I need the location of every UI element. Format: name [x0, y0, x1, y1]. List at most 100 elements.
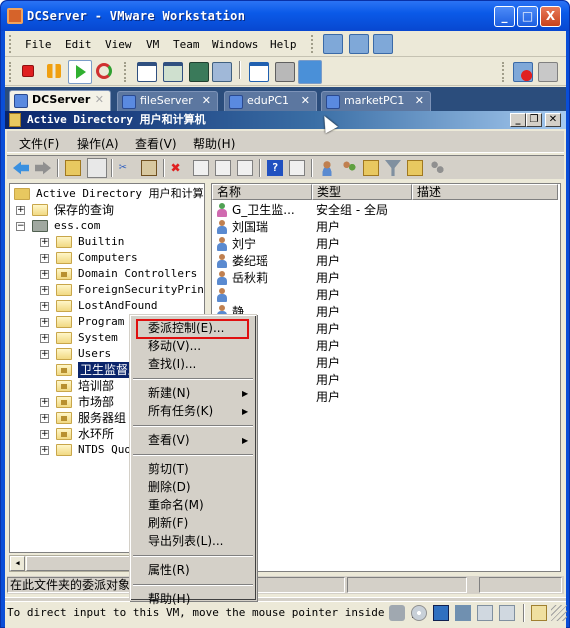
scroll-thumb[interactable]: [26, 556, 130, 571]
menu-vm[interactable]: VM: [146, 38, 159, 51]
minimize-button[interactable]: _: [494, 6, 515, 27]
close-tab-icon[interactable]: ✕: [202, 92, 211, 110]
context-menu-item[interactable]: 刷新(F): [148, 515, 188, 532]
close-tab-icon[interactable]: ✕: [415, 92, 424, 110]
resize-grip-icon[interactable]: [551, 605, 567, 621]
column-header-description[interactable]: 描述: [412, 184, 558, 200]
new-group-icon[interactable]: [341, 160, 357, 176]
cut-icon[interactable]: ✂: [119, 160, 135, 176]
keyboard-icon[interactable]: [477, 605, 493, 621]
summary-view-icon[interactable]: [298, 60, 322, 84]
context-menu-item[interactable]: 删除(D): [148, 479, 191, 496]
close-button[interactable]: X: [540, 6, 561, 27]
menu-help[interactable]: 帮助(H): [193, 135, 235, 152]
list-item[interactable]: 岳秋莉 用户: [212, 270, 552, 287]
column-header-name[interactable]: 名称: [212, 184, 312, 200]
message-log-icon[interactable]: [531, 605, 547, 621]
context-menu-item[interactable]: 查找(I)...: [148, 356, 196, 373]
context-menu-item[interactable]: 新建(N) ▶: [148, 385, 248, 402]
expand-icon[interactable]: +: [40, 446, 49, 455]
up-level-icon[interactable]: [65, 160, 81, 176]
expand-icon[interactable]: +: [16, 206, 25, 215]
scroll-left-button[interactable]: ◀: [10, 556, 25, 571]
refresh-icon[interactable]: [215, 160, 231, 176]
properties-icon[interactable]: [193, 160, 209, 176]
vm-settings-icon[interactable]: [249, 62, 269, 82]
new-user-icon[interactable]: [319, 160, 335, 176]
find-icon[interactable]: [407, 160, 423, 176]
list-item[interactable]: 治用户: [212, 389, 552, 406]
menu-edit[interactable]: Edit: [65, 38, 92, 51]
maximize-button[interactable]: □: [517, 6, 538, 27]
forward-icon[interactable]: [35, 161, 51, 175]
quick-switch-icon[interactable]: [163, 62, 183, 82]
hard-disk-icon[interactable]: [389, 605, 405, 621]
toolbar-grip[interactable]: [9, 62, 12, 82]
tab-dcserver[interactable]: DCServer ✕: [9, 90, 111, 112]
tab-fileserver[interactable]: fileServer ✕: [117, 91, 218, 111]
menu-file[interactable]: File: [25, 38, 52, 51]
mmc-close-button[interactable]: ✕: [545, 113, 561, 127]
expand-icon[interactable]: +: [40, 430, 49, 439]
collapse-icon[interactable]: −: [16, 222, 25, 231]
context-menu-item[interactable]: 帮助(H): [148, 591, 190, 608]
list-item[interactable]: 用户: [212, 287, 552, 304]
close-tab-icon[interactable]: ✕: [301, 92, 310, 110]
show-sidebar-icon[interactable]: [137, 62, 157, 82]
expand-icon[interactable]: +: [40, 398, 49, 407]
expand-icon[interactable]: +: [40, 270, 49, 279]
help-icon[interactable]: ?: [267, 160, 283, 176]
expand-icon[interactable]: +: [40, 318, 49, 327]
network-adapter-icon[interactable]: [433, 605, 449, 621]
menu-windows[interactable]: Windows: [212, 38, 258, 51]
new-ou-icon[interactable]: [363, 160, 379, 176]
menu-team[interactable]: Team: [173, 38, 200, 51]
delete-icon[interactable]: ✖: [171, 160, 187, 176]
action-pane-icon[interactable]: [289, 160, 305, 176]
expand-icon[interactable]: +: [40, 238, 49, 247]
power-off-icon[interactable]: [22, 65, 34, 77]
vm-console[interactable]: Active Directory 用户和计算机 _ ❐ ✕ 文件(F) 操作(A…: [5, 111, 566, 628]
list-item[interactable]: 娄纪瑶 用户: [212, 253, 552, 270]
mmc-restore-button[interactable]: ❐: [526, 113, 542, 127]
expand-icon[interactable]: +: [40, 302, 49, 311]
show-hide-tree-icon[interactable]: [87, 158, 107, 178]
expand-icon[interactable]: +: [40, 334, 49, 343]
context-menu-item[interactable]: 所有任务(K) ▶: [148, 403, 248, 420]
take-snapshot-icon[interactable]: [323, 34, 343, 54]
expand-icon[interactable]: +: [40, 254, 49, 263]
menu-file[interactable]: 文件(F): [19, 135, 59, 152]
suspend-icon[interactable]: [47, 64, 61, 78]
cd-rom-icon[interactable]: [411, 605, 427, 621]
snapshot-toolbar-grip[interactable]: [311, 35, 314, 53]
list-item[interactable]: 刘国瑞 用户: [212, 219, 552, 236]
tab-marketpc1[interactable]: marketPC1 ✕: [321, 91, 431, 111]
menu-view[interactable]: 查看(V): [135, 135, 177, 152]
menu-view[interactable]: View: [105, 38, 132, 51]
record-icon[interactable]: [513, 62, 533, 82]
context-menu-item[interactable]: 属性(R): [148, 562, 190, 579]
menubar-grip[interactable]: [9, 35, 12, 53]
tab-edupc1[interactable]: eduPC1 ✕: [224, 91, 317, 111]
list-item[interactable]: 晶用户: [212, 321, 552, 338]
expand-icon[interactable]: +: [40, 414, 49, 423]
title-bar[interactable]: DCServer - VMware Workstation _ □ X: [1, 1, 569, 31]
close-tab-icon[interactable]: ✕: [95, 91, 104, 109]
display-icon[interactable]: [499, 605, 515, 621]
sound-card-icon[interactable]: [455, 605, 471, 621]
mmc-minimize-button[interactable]: _: [510, 113, 526, 127]
expand-icon[interactable]: +: [40, 350, 49, 359]
context-menu-item[interactable]: 查看(V) ▶: [148, 432, 248, 449]
snapshot-manager-icon[interactable]: [373, 34, 393, 54]
list-item[interactable]: 用户: [212, 372, 552, 389]
context-menu-item[interactable]: 重命名(M): [148, 497, 204, 514]
list-item[interactable]: 刘宁 用户: [212, 236, 552, 253]
replay-icon[interactable]: [538, 62, 558, 82]
menu-help[interactable]: Help: [270, 38, 297, 51]
add-to-group-icon[interactable]: [429, 160, 445, 176]
list-item[interactable]: G_卫生监... 安全组 - 全局: [212, 202, 552, 219]
console-view-icon[interactable]: [275, 62, 295, 82]
revert-snapshot-icon[interactable]: [349, 34, 369, 54]
paste-icon[interactable]: [141, 160, 157, 176]
context-menu-item[interactable]: 移动(V)...: [148, 338, 201, 355]
